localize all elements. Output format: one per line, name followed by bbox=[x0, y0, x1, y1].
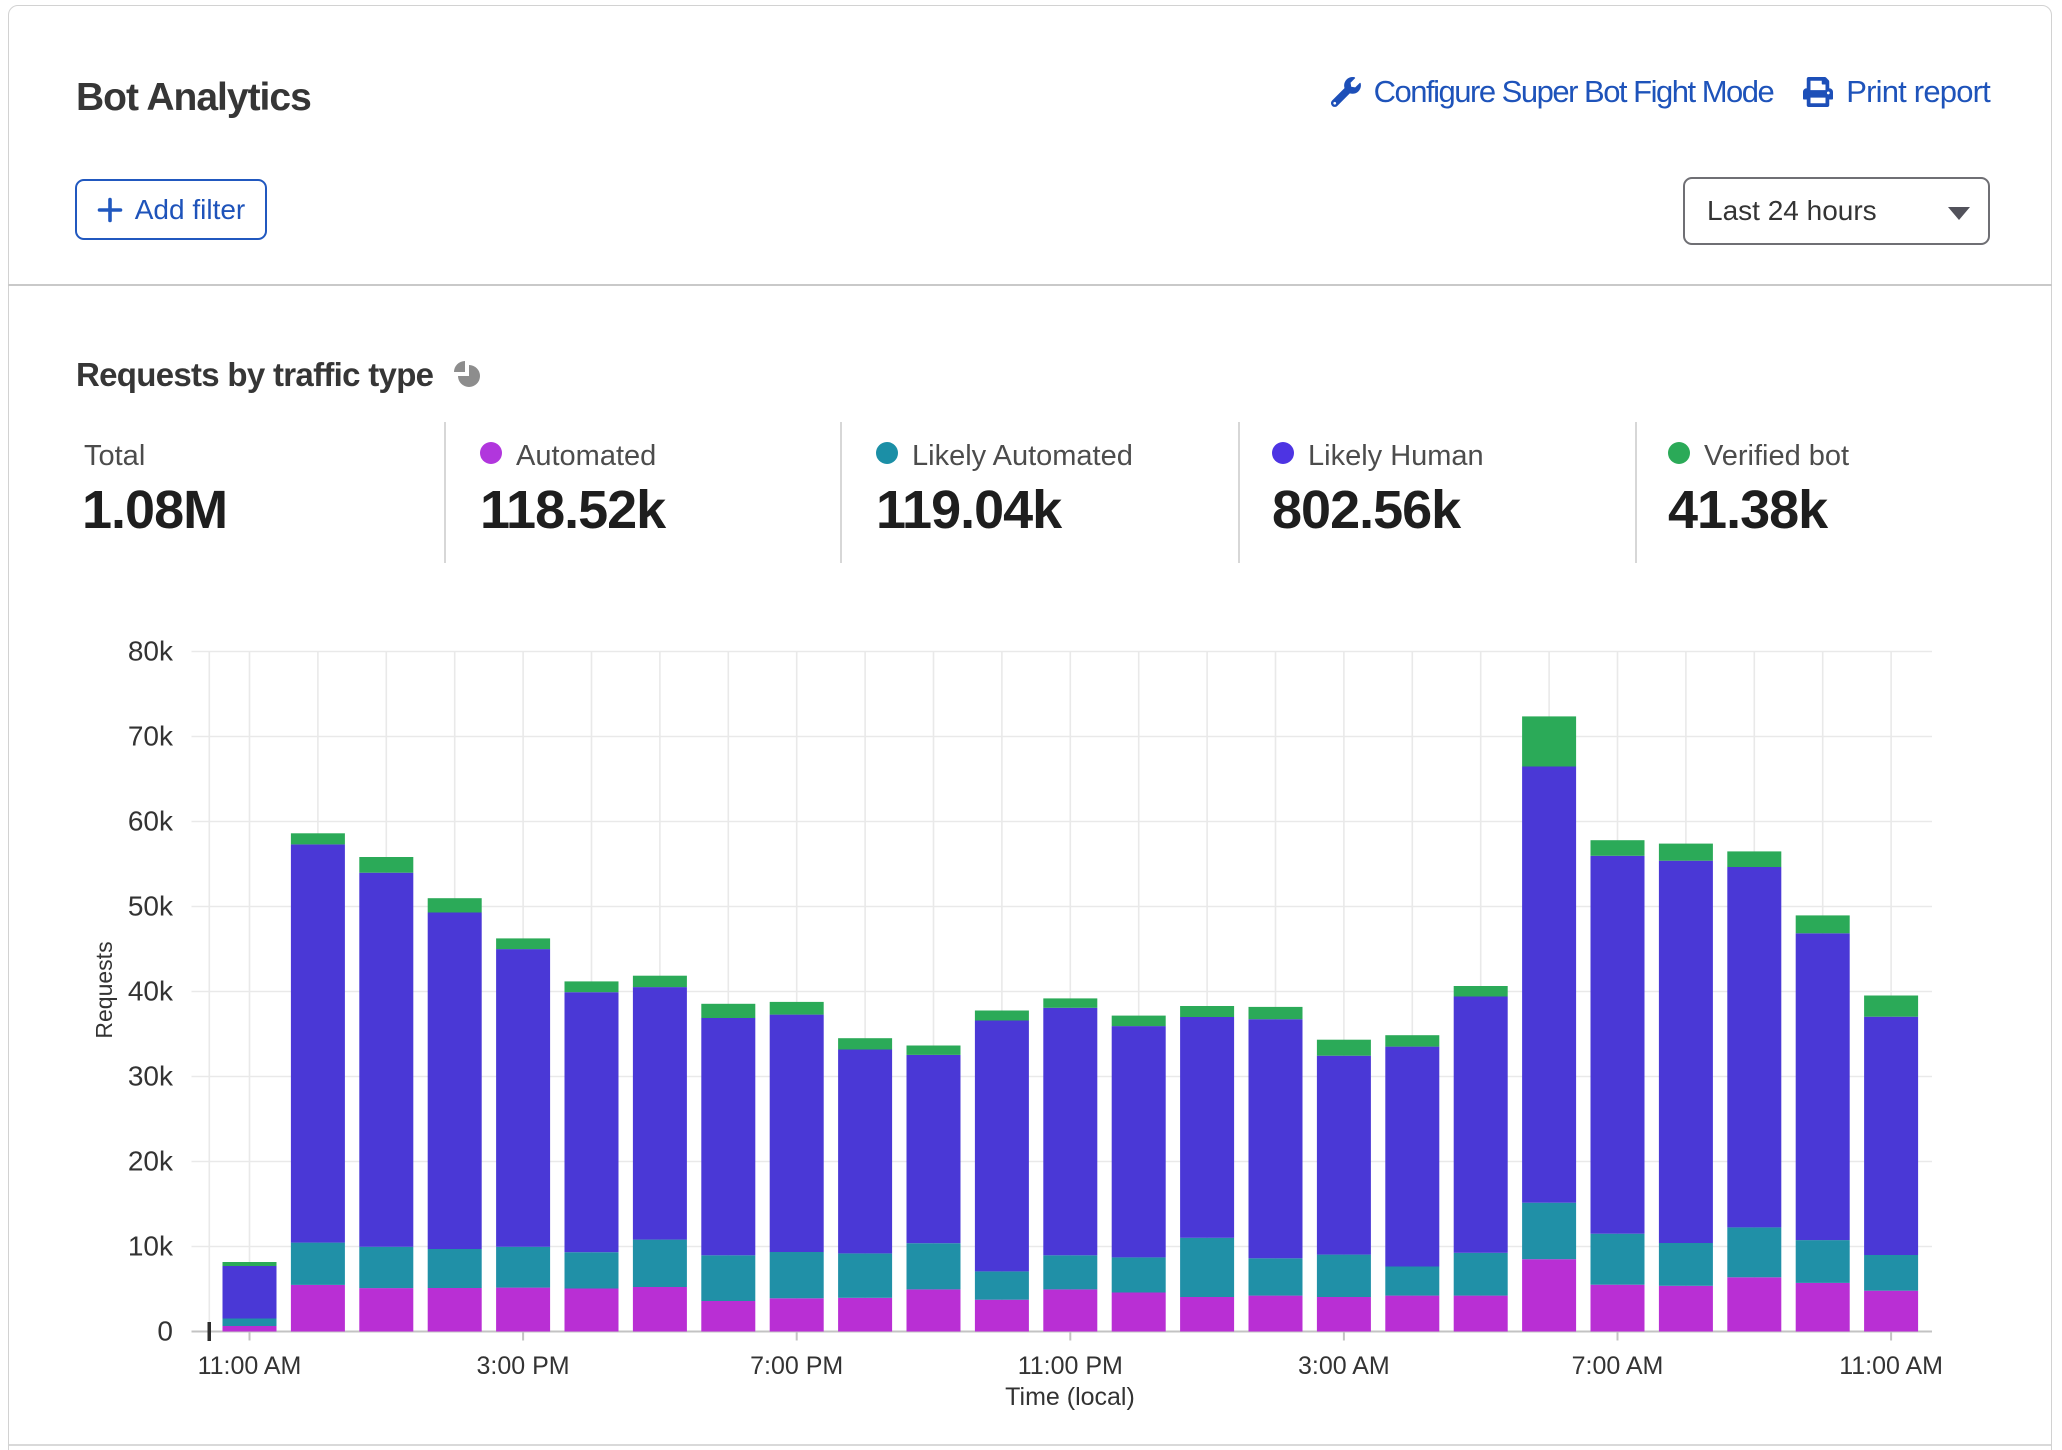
svg-text:11:00 AM: 11:00 AM bbox=[1839, 1352, 1943, 1380]
svg-text:3:00 AM: 3:00 AM bbox=[1298, 1352, 1390, 1380]
svg-text:7:00 PM: 7:00 PM bbox=[750, 1352, 843, 1380]
svg-text:10k: 10k bbox=[128, 1231, 174, 1262]
svg-text:20k: 20k bbox=[128, 1146, 174, 1177]
svg-text:11:00 PM: 11:00 PM bbox=[1018, 1352, 1123, 1380]
svg-text:11:00 AM: 11:00 AM bbox=[198, 1352, 302, 1380]
svg-text:70k: 70k bbox=[128, 721, 174, 752]
svg-text:60k: 60k bbox=[128, 806, 174, 837]
svg-text:Requests: Requests bbox=[91, 941, 117, 1038]
svg-text:50k: 50k bbox=[128, 891, 174, 922]
svg-text:80k: 80k bbox=[128, 636, 174, 667]
svg-text:Time (local): Time (local) bbox=[1005, 1383, 1135, 1411]
svg-text:0: 0 bbox=[157, 1316, 173, 1347]
svg-text:7:00 AM: 7:00 AM bbox=[1572, 1352, 1664, 1380]
svg-text:40k: 40k bbox=[128, 976, 174, 1007]
svg-text:3:00 PM: 3:00 PM bbox=[477, 1352, 570, 1380]
svg-text:30k: 30k bbox=[128, 1061, 174, 1092]
